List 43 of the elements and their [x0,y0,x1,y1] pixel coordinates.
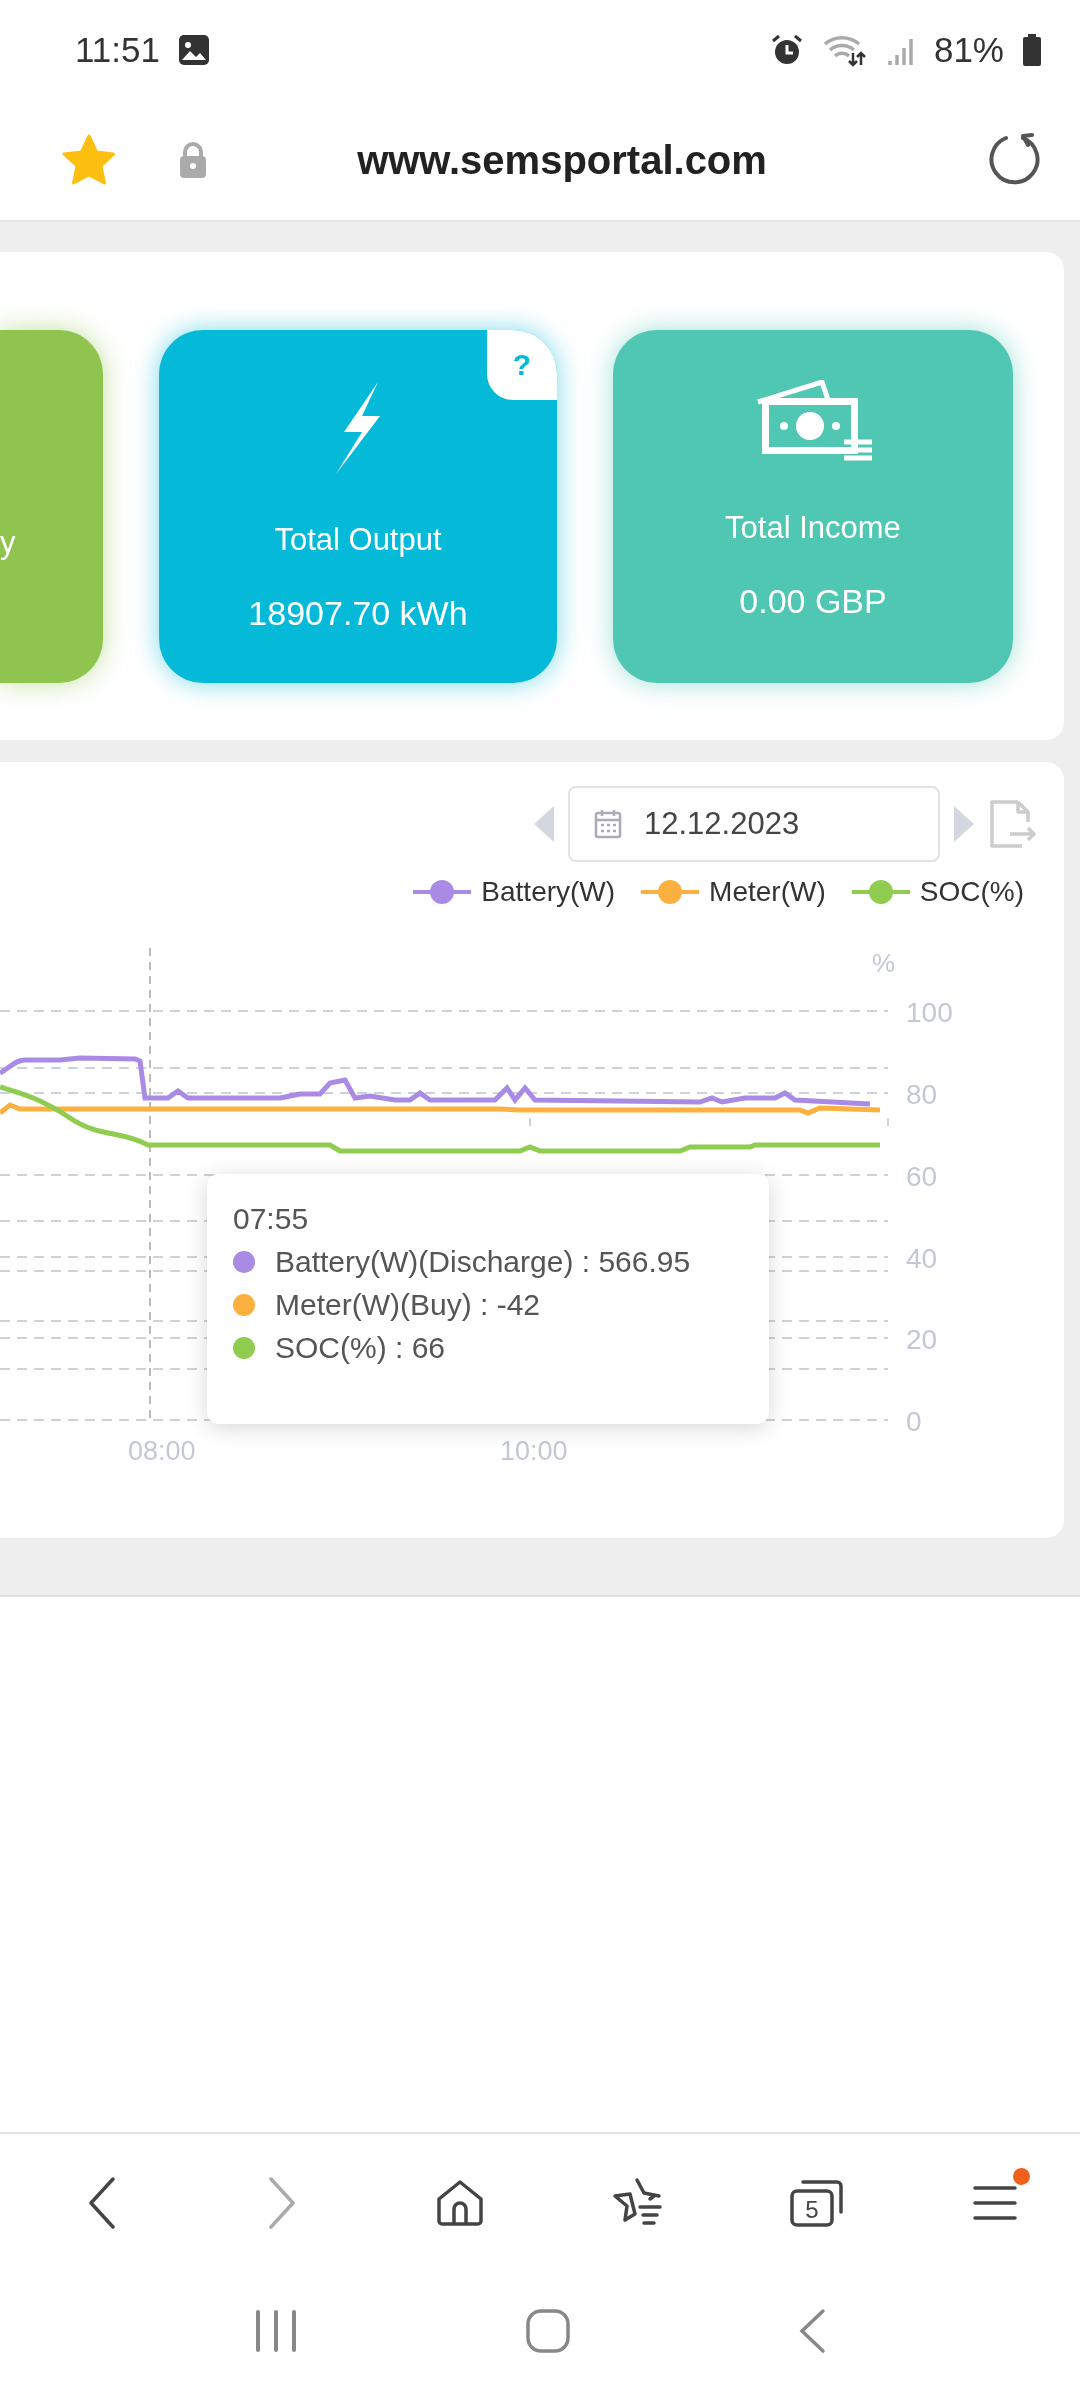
tabs-button[interactable]: 5 [781,2168,852,2238]
image-icon [178,34,210,66]
legend-label[interactable]: SOC(%) [919,876,1024,908]
menu-icon [971,2183,1018,2223]
notification-dot [1012,2168,1030,2185]
tooltip-value: SOC(%) : 66 [275,1331,446,1365]
battery-icon [1022,33,1042,67]
card-value: 0.00 GBP [739,582,887,621]
alarm-icon [769,33,804,67]
axis-tick-label: 40 [906,1243,938,1274]
axis-tick-label: 80 [906,1079,938,1110]
card-label: y [0,525,16,561]
bookmark-star-icon[interactable] [62,134,116,186]
legend-label[interactable]: Meter(W) [709,876,826,908]
wifi-icon [821,33,868,67]
back-icon [89,2177,117,2229]
recent-apps-icon[interactable] [253,2309,298,2353]
tooltip-time: 07:55 [233,1202,310,1236]
date-field[interactable]: 12.12.2023 [568,786,940,862]
tooltip-value: Meter(W)(Buy) : -42 [275,1288,541,1322]
calendar-icon [594,809,622,839]
card-label: Total Income [725,510,901,546]
axis-tick-label: 20 [906,1324,938,1355]
back-icon[interactable] [798,2308,827,2354]
card-label: Total Output [274,522,442,558]
battery-percentage: 81% [933,30,1004,70]
axis-tick-label: 08:00 [128,1436,196,1466]
forward-icon [267,2177,296,2229]
reload-icon[interactable] [986,133,1040,187]
tab-count: 5 [804,2196,819,2223]
axis-unit: % [872,948,896,978]
url-text[interactable]: www.semsportal.com [208,137,986,183]
card-value: 18907.70 kWh [248,594,468,633]
axis-tick-label: 10:00 [500,1436,568,1466]
home-icon [435,2179,484,2227]
axis-tick-label: 0 [906,1406,922,1437]
axis-tick-label: 100 [906,997,953,1028]
axis-tick-label: 60 [906,1161,938,1192]
tooltip-value: Battery(W)(Discharge) : 566.95 [275,1245,691,1279]
home-icon[interactable] [525,2308,571,2354]
lock-icon [178,141,208,179]
clock-time: 11:51 [75,30,160,70]
legend-label[interactable]: Battery(W) [481,876,616,908]
